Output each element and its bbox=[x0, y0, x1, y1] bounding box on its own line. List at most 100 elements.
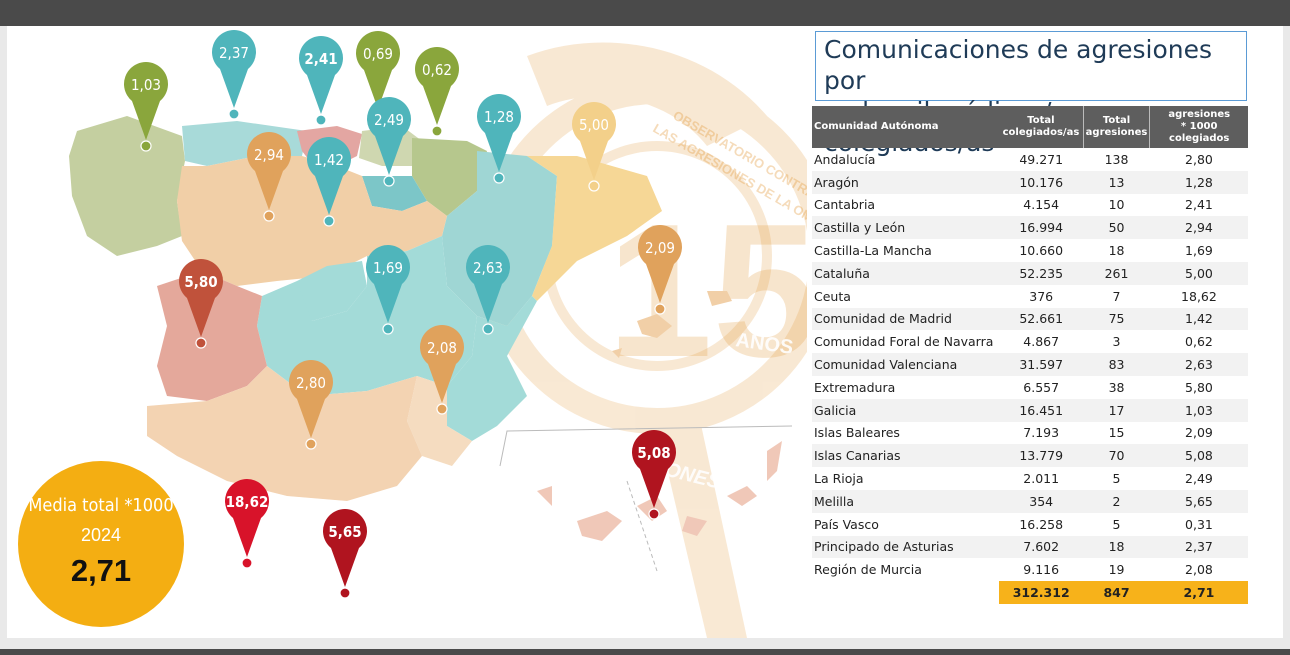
table-row: Ceuta 376 7 18,62 bbox=[812, 285, 1248, 308]
cell-region: Cantabria bbox=[814, 197, 876, 213]
cell-ratio: 18,62 bbox=[1181, 288, 1217, 304]
marker-label: 5,80 bbox=[184, 273, 217, 291]
cell-region: Aragón bbox=[812, 170, 1000, 194]
marker-label: 2,63 bbox=[473, 259, 503, 277]
table-row: Islas Canarias 13.779 70 5,08 bbox=[812, 444, 1248, 468]
table-total-row: 312.312 847 2,71 bbox=[812, 581, 1248, 605]
cell-agresiones: 18 bbox=[1108, 243, 1125, 259]
cell-ratio: 5,08 bbox=[1149, 444, 1248, 468]
table-row: Comunidad de Madrid 52.661 75 1,42 bbox=[812, 307, 1248, 331]
marker-label: 5,65 bbox=[328, 523, 361, 541]
cell-agresiones: 38 bbox=[1108, 379, 1125, 395]
total-colegiados: 312.312 bbox=[999, 581, 1084, 605]
cell-ratio: 2,09 bbox=[1185, 425, 1213, 441]
cell-region: Extremadura bbox=[814, 379, 896, 395]
total-label bbox=[812, 581, 1000, 605]
cell-colegiados: 7.193 bbox=[1023, 425, 1060, 441]
marker-label: 0,62 bbox=[422, 61, 452, 79]
cell-colegiados: 4.867 bbox=[1023, 334, 1060, 350]
table-row: Comunidad Foral de Navarra 4.867 3 0,62 bbox=[812, 330, 1248, 353]
table-row: Melilla 354 2 5,65 bbox=[812, 489, 1248, 513]
marker-pin bbox=[299, 36, 343, 115]
cell-agresiones: 83 bbox=[1083, 353, 1150, 376]
cell-region: Cataluña bbox=[812, 261, 1000, 285]
marker-dot bbox=[382, 323, 394, 335]
cell-ratio: 2,49 bbox=[1185, 471, 1213, 487]
marker-dot bbox=[654, 303, 666, 315]
cell-agresiones: 5 bbox=[1112, 471, 1121, 487]
cell-ratio: 2,80 bbox=[1185, 151, 1213, 167]
cell-region: Ceuta bbox=[814, 288, 851, 304]
cell-ratio: 2,63 bbox=[1149, 353, 1248, 376]
region-galicia bbox=[69, 116, 185, 256]
cell-agresiones: 17 bbox=[1083, 398, 1150, 422]
marker-label: 1,28 bbox=[484, 108, 514, 126]
media-label: Media total *1000 bbox=[28, 495, 174, 516]
cell-agresiones: 5 bbox=[1112, 516, 1121, 532]
marker-label: 2,80 bbox=[296, 374, 326, 392]
table-row: Cantabria 4.154 10 2,41 bbox=[812, 194, 1248, 217]
cell-agresiones: 2 bbox=[1083, 489, 1150, 513]
marker-dot bbox=[323, 215, 335, 227]
table-header-ratio: agresiones * 1000 colegiados bbox=[1149, 106, 1248, 148]
marker-dot bbox=[228, 108, 240, 120]
table-row: Galicia 16.451 17 1,03 bbox=[812, 398, 1248, 422]
marker-dot bbox=[339, 587, 351, 599]
cell-colegiados: 31.597 bbox=[999, 353, 1084, 376]
top-bar bbox=[0, 0, 1290, 26]
cell-region: La Rioja bbox=[814, 471, 864, 487]
bottom-bar bbox=[0, 649, 1290, 655]
marker-label: 0,69 bbox=[363, 45, 393, 63]
cell-agresiones: 19 bbox=[1108, 562, 1125, 578]
cell-ratio: 1,03 bbox=[1149, 398, 1248, 422]
table-body: Andalucía 49.271 138 2,80 Aragón 10.176 13 1,28… bbox=[812, 148, 1248, 605]
table-row: País Vasco 16.258 5 0,31 bbox=[812, 513, 1248, 536]
cell-colegiados: 7.602 bbox=[999, 535, 1084, 559]
media-value: 2,71 bbox=[70, 553, 132, 588]
cell-region: Castilla y León bbox=[812, 216, 1000, 240]
cell-ratio: 5,80 bbox=[1185, 379, 1213, 395]
marker-dot bbox=[588, 180, 600, 192]
table-row: Principado de Asturias 7.602 18 2,37 bbox=[812, 535, 1248, 559]
chart-title-line-1: Comunicaciones de agresiones por bbox=[824, 35, 1213, 95]
marker-dot bbox=[493, 172, 505, 184]
marker-dot bbox=[305, 438, 317, 450]
marker-label: 1,03 bbox=[131, 76, 161, 94]
marker-label: 1,69 bbox=[373, 259, 403, 277]
cell-ratio: 1,42 bbox=[1149, 307, 1248, 331]
cell-ratio: 2,41 bbox=[1185, 197, 1213, 213]
cell-colegiados: 6.557 bbox=[1023, 379, 1060, 395]
marker-pin bbox=[415, 47, 459, 125]
total-agresiones: 847 bbox=[1083, 581, 1150, 605]
table-row: Andalucía 49.271 138 2,80 bbox=[812, 148, 1248, 171]
total-ratio: 2,71 bbox=[1149, 581, 1248, 605]
cell-colegiados: 354 bbox=[999, 489, 1084, 513]
cell-ratio: 0,62 bbox=[1185, 334, 1213, 350]
map-marker-ceuta: 18,62 bbox=[225, 479, 270, 569]
marker-dot bbox=[241, 557, 253, 569]
marker-label: 5,00 bbox=[579, 116, 609, 134]
cell-agresiones: 13 bbox=[1083, 170, 1150, 194]
cell-colegiados: 9.116 bbox=[1023, 562, 1060, 578]
cell-region: Melilla bbox=[812, 489, 1000, 513]
cell-colegiados: 376 bbox=[1029, 288, 1054, 304]
cell-agresiones: 10 bbox=[1108, 197, 1125, 213]
cell-region: Comunidad Foral de Navarra bbox=[814, 334, 994, 350]
marker-dot bbox=[431, 125, 443, 137]
marker-label: 2,49 bbox=[374, 111, 404, 129]
chart-title: Comunicaciones de agresiones por cada mi… bbox=[815, 31, 1247, 157]
cell-ratio: 1,69 bbox=[1185, 243, 1213, 259]
table-header-colegiados: Total colegiados/as bbox=[999, 106, 1084, 148]
marker-dot bbox=[482, 323, 494, 335]
marker-dot bbox=[436, 403, 448, 415]
cell-colegiados: 16.994 bbox=[999, 216, 1084, 240]
cell-region: Comunidad Valenciana bbox=[812, 353, 1000, 376]
table-header-agresiones: Total agresiones bbox=[1082, 106, 1150, 148]
table-row: Aragón 10.176 13 1,28 bbox=[812, 170, 1248, 194]
cell-ratio: 5,00 bbox=[1149, 261, 1248, 285]
map-marker-comunidad-foral-de-navarra: 0,62 bbox=[415, 47, 459, 137]
cell-agresiones: 18 bbox=[1083, 535, 1150, 559]
marker-dot bbox=[383, 175, 395, 187]
marker-label: 2,94 bbox=[254, 146, 284, 164]
marker-dot bbox=[140, 140, 152, 152]
